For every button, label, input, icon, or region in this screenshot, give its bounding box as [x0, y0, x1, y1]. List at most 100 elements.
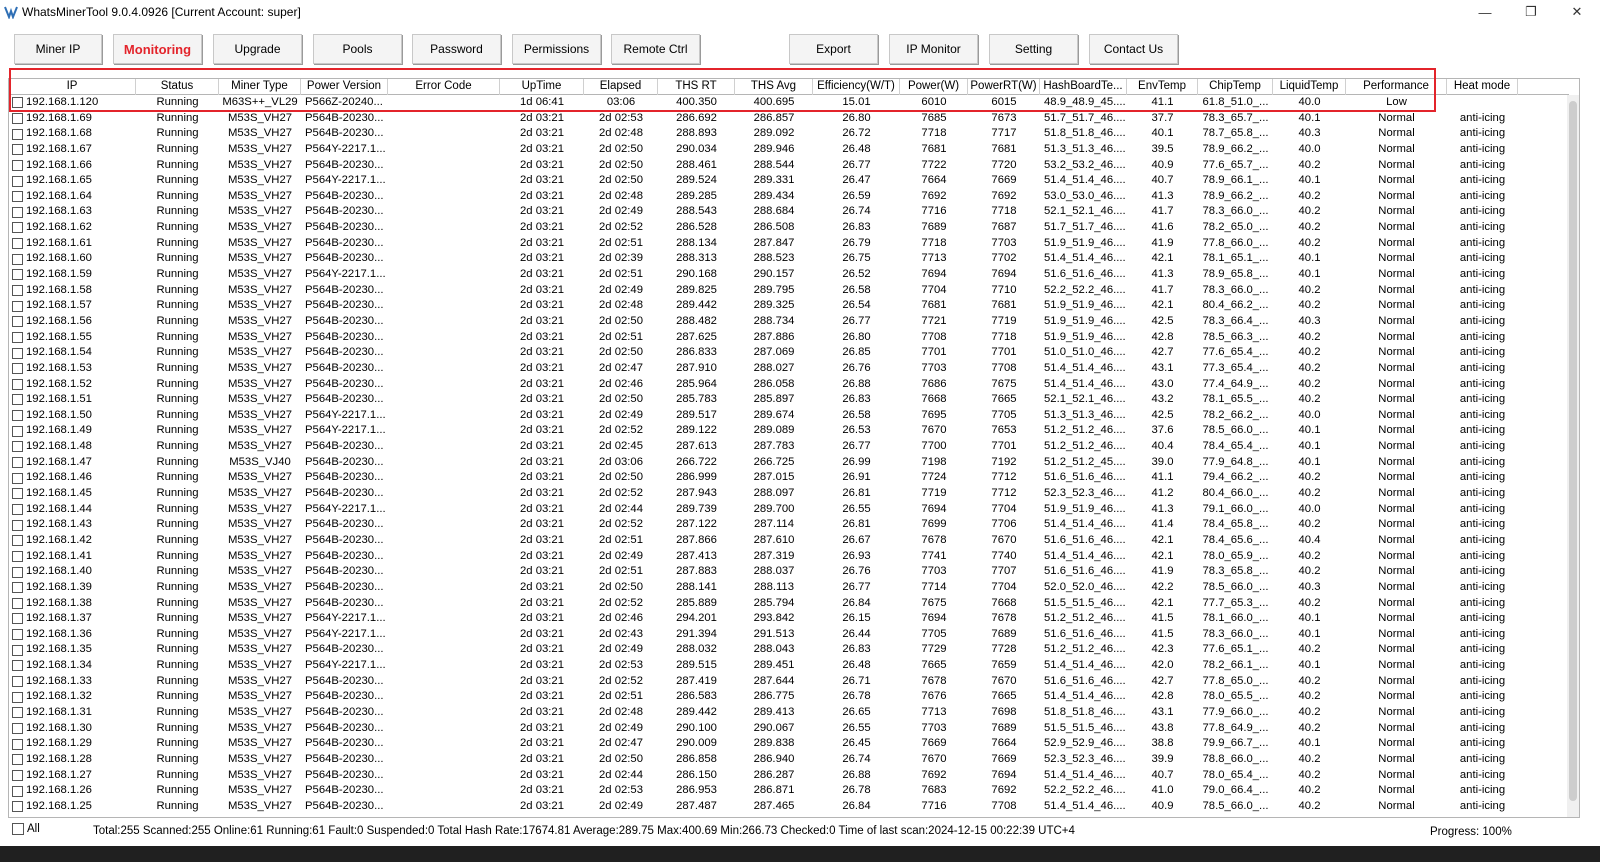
table-row[interactable]: 192.168.1.33 Running M53S_VH27 P564B-20230.…: [9, 674, 1557, 690]
column-header-miner-type[interactable]: Miner Type: [219, 79, 301, 95]
table-row[interactable]: 192.168.1.28 Running M53S_VH27 P564B-20230.…: [9, 752, 1557, 768]
table-row[interactable]: 192.168.1.40 Running M53S_VH27 P564B-20230.…: [9, 564, 1557, 580]
row-checkbox[interactable]: [12, 206, 23, 218]
password-button[interactable]: Password: [412, 34, 501, 64]
table-row[interactable]: 192.168.1.120 Running M63S++_VL29 P566Z-202…: [9, 95, 1557, 111]
row-checkbox[interactable]: [12, 425, 23, 437]
table-row[interactable]: 192.168.1.66 Running M53S_VH27 P564B-20230.…: [9, 158, 1557, 174]
table-row[interactable]: 192.168.1.58 Running M53S_VH27 P564B-20230.…: [9, 283, 1557, 299]
row-checkbox[interactable]: [12, 566, 23, 578]
row-checkbox[interactable]: [12, 707, 23, 719]
column-header-heat-mode[interactable]: Heat mode: [1447, 79, 1518, 95]
column-header-power-rt[interactable]: PowerRT(W): [968, 79, 1040, 95]
table-row[interactable]: 192.168.1.56 Running M53S_VH27 P564B-20230.…: [9, 314, 1557, 330]
column-header-uptime[interactable]: UpTime: [500, 79, 584, 95]
row-checkbox[interactable]: [12, 519, 23, 531]
row-checkbox[interactable]: [12, 613, 23, 625]
row-checkbox[interactable]: [12, 472, 23, 484]
column-header-ths-rt[interactable]: THS RT: [658, 79, 735, 95]
column-header-elapsed[interactable]: Elapsed: [584, 79, 658, 95]
column-header-liquid-temp[interactable]: LiquidTemp: [1273, 79, 1346, 95]
ip-monitor-button[interactable]: IP Monitor: [889, 34, 978, 64]
table-row[interactable]: 192.168.1.25 Running M53S_VH27 P564B-20230.…: [9, 799, 1557, 815]
row-checkbox[interactable]: [12, 222, 23, 234]
minimize-button[interactable]: —: [1462, 0, 1508, 24]
table-row[interactable]: 192.168.1.45 Running M53S_VH27 P564B-20230.…: [9, 486, 1557, 502]
row-checkbox[interactable]: [12, 394, 23, 406]
row-checkbox[interactable]: [12, 691, 23, 703]
row-checkbox[interactable]: [12, 363, 23, 375]
row-checkbox[interactable]: [12, 769, 23, 781]
table-row[interactable]: 192.168.1.46 Running M53S_VH27 P564B-20230.…: [9, 470, 1557, 486]
table-row[interactable]: 192.168.1.39 Running M53S_VH27 P564B-20230.…: [9, 580, 1557, 596]
row-checkbox[interactable]: [12, 269, 23, 281]
column-header-chip-temp[interactable]: ChipTemp: [1198, 79, 1273, 95]
row-checkbox[interactable]: [12, 457, 23, 469]
table-row[interactable]: 192.168.1.38 Running M53S_VH27 P564B-20230.…: [9, 596, 1557, 612]
row-checkbox[interactable]: [12, 112, 23, 124]
close-button[interactable]: ✕: [1554, 0, 1600, 24]
row-checkbox[interactable]: [12, 503, 23, 515]
select-all[interactable]: All: [12, 823, 40, 835]
row-checkbox[interactable]: [12, 97, 23, 109]
pools-button[interactable]: Pools: [313, 34, 402, 64]
row-checkbox[interactable]: [12, 722, 23, 734]
maximize-button[interactable]: ❐: [1508, 0, 1554, 24]
scrollbar-thumb[interactable]: [1569, 101, 1577, 801]
row-checkbox[interactable]: [12, 629, 23, 641]
table-row[interactable]: 192.168.1.44 Running M53S_VH27 P564Y-2217.1…: [9, 502, 1557, 518]
column-header-efficiency[interactable]: Efficiency(W/T): [813, 79, 900, 95]
select-all-checkbox[interactable]: [12, 823, 24, 835]
row-checkbox[interactable]: [12, 378, 23, 390]
table-row[interactable]: 192.168.1.67 Running M53S_VH27 P564Y-2217.1…: [9, 142, 1557, 158]
table-row[interactable]: 192.168.1.30 Running M53S_VH27 P564B-20230.…: [9, 721, 1557, 737]
table-row[interactable]: 192.168.1.65 Running M53S_VH27 P564Y-2217.1…: [9, 173, 1557, 189]
table-row[interactable]: 192.168.1.36 Running M53S_VH27 P564Y-2217.1…: [9, 627, 1557, 643]
column-header-hashboard-temp[interactable]: HashBoardTe...: [1040, 79, 1127, 95]
export-button[interactable]: Export: [789, 34, 878, 64]
table-row[interactable]: 192.168.1.63 Running M53S_VH27 P564B-20230.…: [9, 204, 1557, 220]
table-row[interactable]: 192.168.1.49 Running M53S_VH27 P564Y-2217.1…: [9, 423, 1557, 439]
row-checkbox[interactable]: [12, 191, 23, 203]
upgrade-button[interactable]: Upgrade: [213, 34, 302, 64]
row-checkbox[interactable]: [12, 644, 23, 656]
table-row[interactable]: 192.168.1.32 Running M53S_VH27 P564B-20230.…: [9, 689, 1557, 705]
table-row[interactable]: 192.168.1.60 Running M53S_VH27 P564B-20230.…: [9, 251, 1557, 267]
table-row[interactable]: 192.168.1.34 Running M53S_VH27 P564Y-2217.1…: [9, 658, 1557, 674]
column-header-power-version[interactable]: Power Version: [301, 79, 388, 95]
row-checkbox[interactable]: [12, 582, 23, 594]
table-row[interactable]: 192.168.1.55 Running M53S_VH27 P564B-20230.…: [9, 330, 1557, 346]
table-row[interactable]: 192.168.1.41 Running M53S_VH27 P564B-20230.…: [9, 549, 1557, 565]
table-row[interactable]: 192.168.1.47 Running M53S_VJ40 P564B-20230.…: [9, 455, 1557, 471]
table-row[interactable]: 192.168.1.61 Running M53S_VH27 P564B-20230.…: [9, 236, 1557, 252]
table-row[interactable]: 192.168.1.37 Running M53S_VH27 P564Y-2217.1…: [9, 611, 1557, 627]
row-checkbox[interactable]: [12, 347, 23, 359]
row-checkbox[interactable]: [12, 238, 23, 250]
table-row[interactable]: 192.168.1.59 Running M53S_VH27 P564Y-2217.1…: [9, 267, 1557, 283]
table-row[interactable]: 192.168.1.48 Running M53S_VH27 P564B-20230.…: [9, 439, 1557, 455]
row-checkbox[interactable]: [12, 738, 23, 750]
miner-ip-button[interactable]: Miner IP: [14, 34, 102, 64]
table-row[interactable]: 192.168.1.43 Running M53S_VH27 P564B-20230.…: [9, 517, 1557, 533]
table-row[interactable]: 192.168.1.52 Running M53S_VH27 P564B-20230.…: [9, 377, 1557, 393]
table-row[interactable]: 192.168.1.42 Running M53S_VH27 P564B-20230.…: [9, 533, 1557, 549]
table-row[interactable]: 192.168.1.29 Running M53S_VH27 P564B-20230.…: [9, 736, 1557, 752]
row-checkbox[interactable]: [12, 175, 23, 187]
table-row[interactable]: 192.168.1.64 Running M53S_VH27 P564B-20230.…: [9, 189, 1557, 205]
contact-us-button[interactable]: Contact Us: [1089, 34, 1178, 64]
table-row[interactable]: 192.168.1.51 Running M53S_VH27 P564B-20230.…: [9, 392, 1557, 408]
vertical-scrollbar[interactable]: [1567, 95, 1579, 817]
column-header-ip[interactable]: IP: [9, 79, 136, 95]
row-checkbox[interactable]: [12, 159, 23, 171]
table-row[interactable]: 192.168.1.35 Running M53S_VH27 P564B-20230.…: [9, 642, 1557, 658]
row-checkbox[interactable]: [12, 676, 23, 688]
row-checkbox[interactable]: [12, 300, 23, 312]
table-row[interactable]: 192.168.1.69 Running M53S_VH27 P564B-20230.…: [9, 111, 1557, 127]
row-checkbox[interactable]: [12, 660, 23, 672]
table-row[interactable]: 192.168.1.50 Running M53S_VH27 P564Y-2217.1…: [9, 408, 1557, 424]
row-checkbox[interactable]: [12, 316, 23, 328]
row-checkbox[interactable]: [12, 253, 23, 265]
row-checkbox[interactable]: [12, 550, 23, 562]
row-checkbox[interactable]: [12, 535, 23, 547]
table-row[interactable]: 192.168.1.68 Running M53S_VH27 P564B-20230.…: [9, 126, 1557, 142]
